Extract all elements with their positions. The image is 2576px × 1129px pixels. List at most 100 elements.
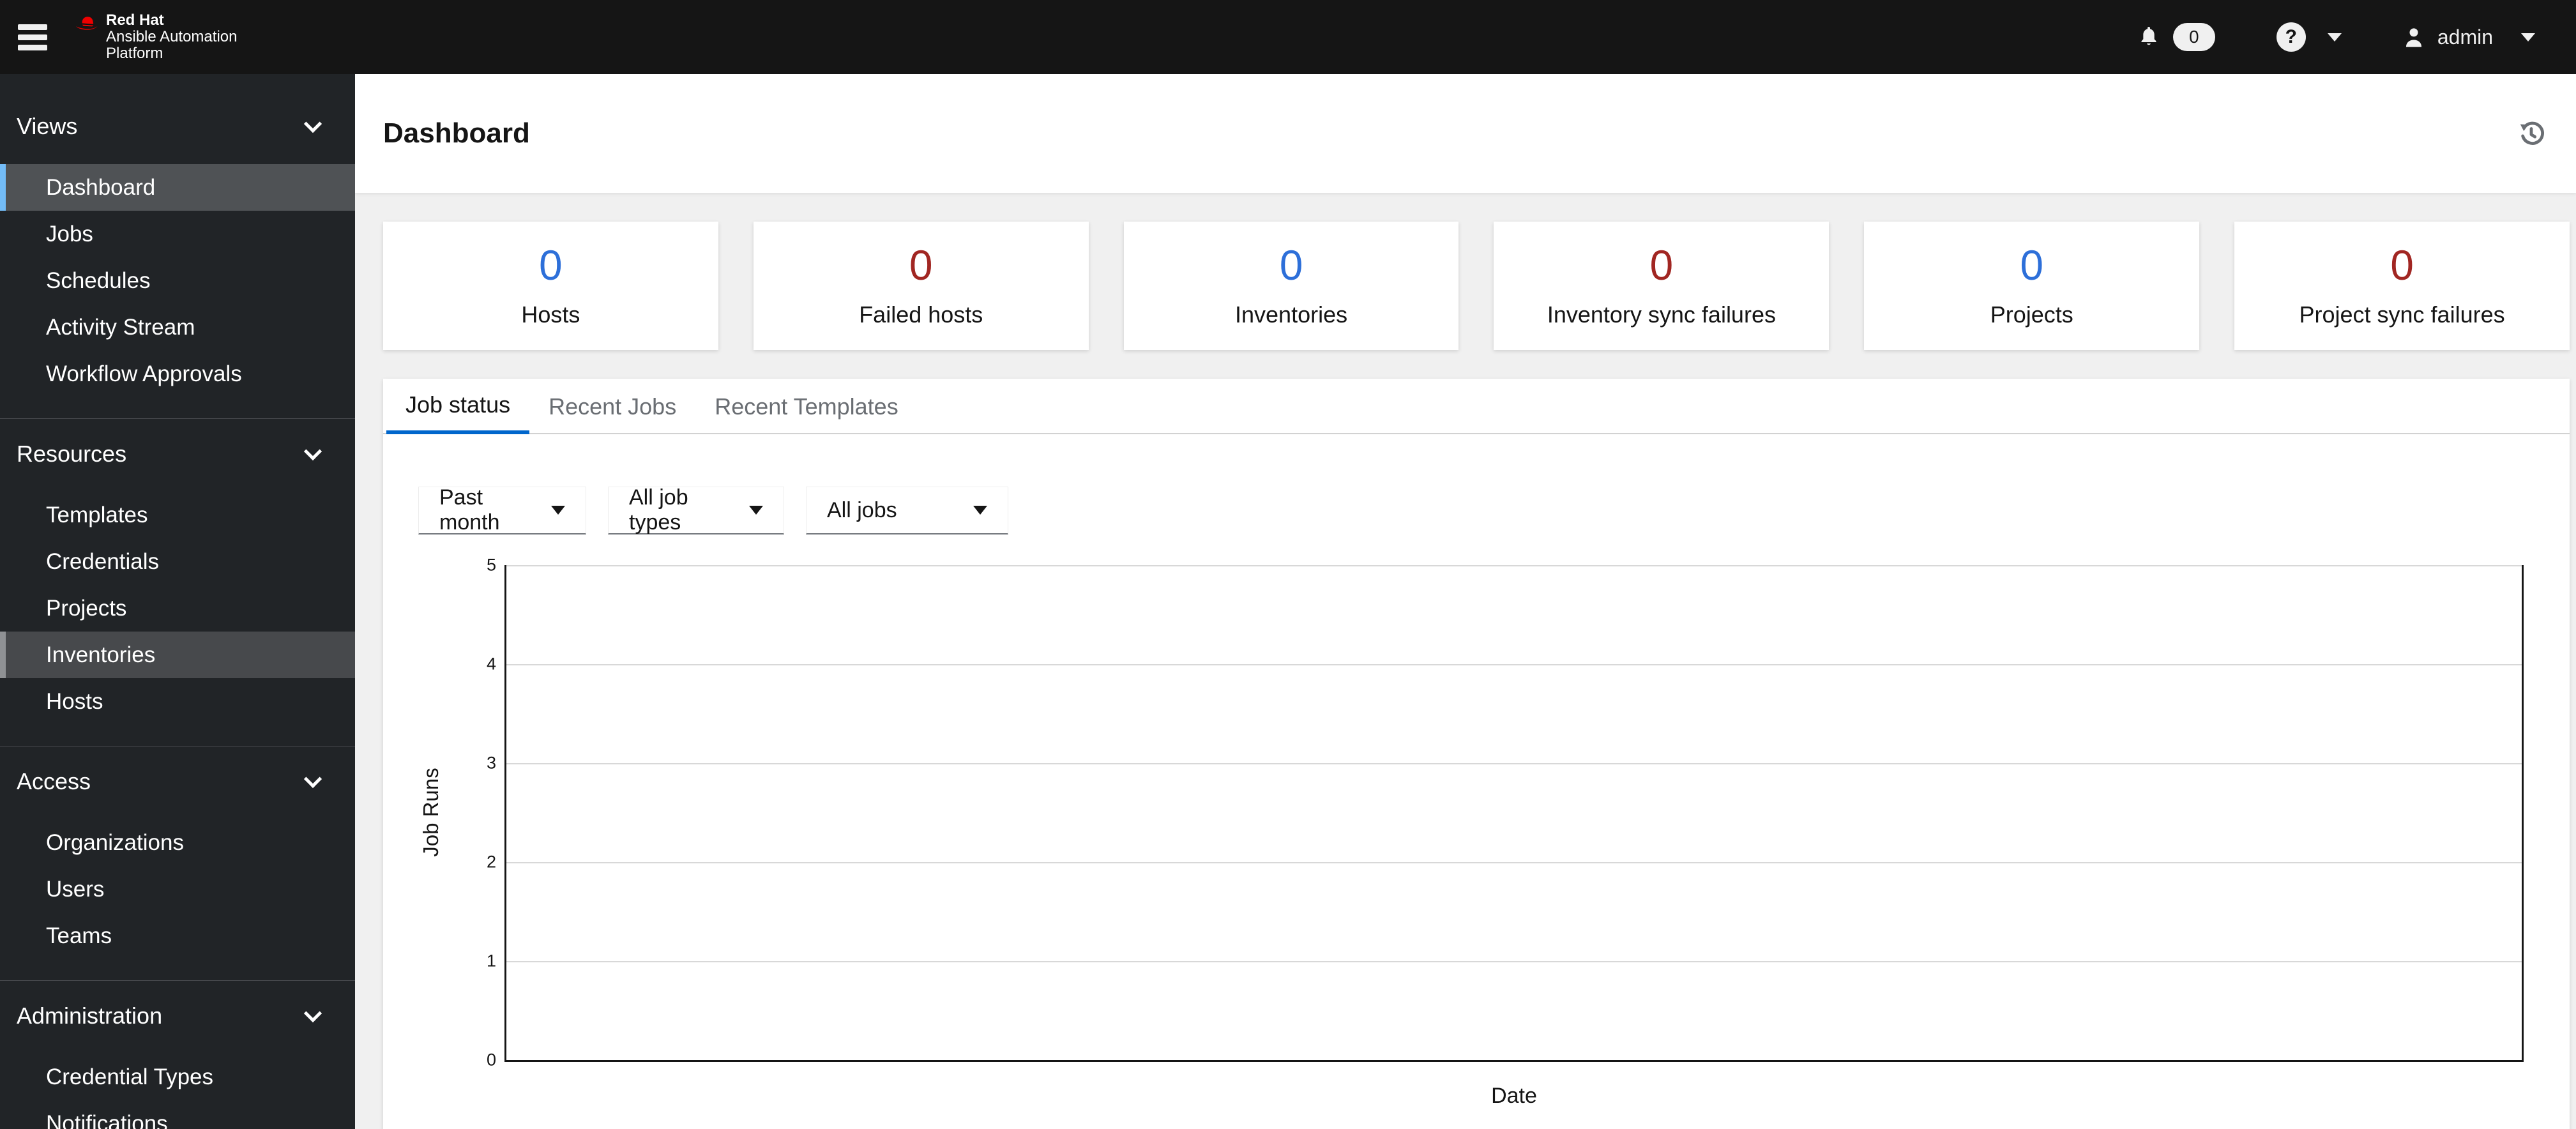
main-content: 0 Hosts 0 Failed hosts 0 Inventories 0 I… bbox=[355, 193, 2576, 1129]
y-tick-label: 1 bbox=[486, 951, 496, 971]
help-icon[interactable]: ? bbox=[2276, 22, 2306, 52]
jobs-select-value: All jobs bbox=[827, 497, 897, 522]
brand-line-3: Platform bbox=[106, 45, 163, 62]
job-type-select[interactable]: All job types bbox=[608, 485, 784, 534]
notifications-bell-icon[interactable] bbox=[2139, 25, 2159, 49]
nav-group-title-views[interactable]: Views bbox=[0, 103, 355, 150]
jobs-select[interactable]: All jobs bbox=[806, 487, 1008, 534]
period-select[interactable]: Past month bbox=[418, 485, 586, 534]
brand-line-1: Red Hat bbox=[106, 11, 164, 29]
tab-recent-jobs[interactable]: Recent Jobs bbox=[529, 379, 695, 434]
nav-group-label: Administration bbox=[17, 1003, 163, 1029]
help-menu-caret-icon[interactable] bbox=[2327, 33, 2342, 42]
tab-recent-templates[interactable]: Recent Templates bbox=[695, 379, 918, 434]
sidebar-item-jobs[interactable]: Jobs bbox=[0, 211, 355, 257]
nav-group-title-administration[interactable]: Administration bbox=[0, 992, 355, 1040]
job-runs-chart: 5 4 3 2 1 0 Job Runs Date bbox=[419, 556, 2524, 1108]
card-value[interactable]: 0 bbox=[1650, 244, 1674, 286]
chevron-down-icon bbox=[303, 769, 322, 789]
sidebar-item-teams[interactable]: Teams bbox=[0, 913, 355, 959]
sidebar: Views Dashboard Jobs Schedules Activity … bbox=[0, 74, 355, 1129]
nav-group-access: Access Organizations Users Teams bbox=[0, 746, 355, 980]
gridline bbox=[506, 664, 2522, 665]
gridline bbox=[506, 763, 2522, 764]
sidebar-item-workflow-approvals[interactable]: Workflow Approvals bbox=[0, 351, 355, 397]
gridline bbox=[506, 565, 2522, 566]
select-caret-icon bbox=[551, 506, 565, 515]
y-tick-label: 2 bbox=[486, 852, 496, 872]
sidebar-item-credential-types[interactable]: Credential Types bbox=[0, 1054, 355, 1100]
chevron-down-icon bbox=[303, 442, 322, 461]
card-label: Projects bbox=[1990, 301, 2073, 328]
summary-cards-row: 0 Hosts 0 Failed hosts 0 Inventories 0 I… bbox=[383, 222, 2570, 350]
sidebar-item-organizations[interactable]: Organizations bbox=[0, 819, 355, 866]
masthead: Red Hat Ansible Automation Platform 0 ? … bbox=[0, 0, 2576, 74]
sidebar-item-hosts[interactable]: Hosts bbox=[0, 678, 355, 725]
sidebar-item-activity-stream[interactable]: Activity Stream bbox=[0, 304, 355, 351]
card-value[interactable]: 0 bbox=[909, 244, 933, 286]
card-projects[interactable]: 0 Projects bbox=[1864, 222, 2200, 350]
y-axis-title: Job Runs bbox=[419, 768, 443, 857]
sidebar-item-projects[interactable]: Projects bbox=[0, 585, 355, 632]
red-hat-fedora-icon bbox=[76, 17, 98, 30]
card-label: Project sync failures bbox=[2299, 301, 2505, 328]
card-value[interactable]: 0 bbox=[1280, 244, 1303, 286]
job-type-select-value: All job types bbox=[629, 485, 688, 534]
username-label[interactable]: admin bbox=[2437, 26, 2493, 49]
panel-tabs: Job status Recent Jobs Recent Templates bbox=[383, 379, 2570, 434]
select-caret-icon bbox=[973, 506, 987, 515]
select-caret-icon bbox=[749, 506, 763, 515]
history-icon[interactable] bbox=[2517, 120, 2545, 148]
card-label: Inventories bbox=[1235, 301, 1348, 328]
card-label: Failed hosts bbox=[859, 301, 983, 328]
card-failed-hosts[interactable]: 0 Failed hosts bbox=[753, 222, 1089, 350]
brand-logo: Red Hat Ansible Automation Platform bbox=[75, 12, 237, 62]
sidebar-item-users[interactable]: Users bbox=[0, 866, 355, 913]
card-label: Inventory sync failures bbox=[1547, 301, 1776, 328]
chart-filters: Past month All job types All jobs bbox=[418, 485, 2570, 534]
page-title: Dashboard bbox=[383, 117, 530, 149]
tab-job-status[interactable]: Job status bbox=[386, 379, 530, 434]
notifications-count-badge[interactable]: 0 bbox=[2172, 23, 2215, 51]
card-value[interactable]: 0 bbox=[2020, 244, 2043, 286]
user-menu-caret-icon[interactable] bbox=[2521, 33, 2535, 42]
card-hosts[interactable]: 0 Hosts bbox=[383, 222, 718, 350]
sidebar-item-credentials[interactable]: Credentials bbox=[0, 538, 355, 585]
chevron-down-icon bbox=[303, 1004, 322, 1023]
card-project-sync-failures[interactable]: 0 Project sync failures bbox=[2234, 222, 2570, 350]
masthead-actions: 0 ? admin bbox=[2139, 22, 2535, 52]
x-axis-title: Date bbox=[1491, 1084, 1537, 1108]
nav-group-label: Resources bbox=[17, 441, 127, 467]
user-avatar-icon[interactable] bbox=[2403, 25, 2425, 49]
y-tick-label: 0 bbox=[486, 1050, 496, 1070]
y-tick-label: 4 bbox=[486, 654, 496, 674]
sidebar-item-inventories[interactable]: Inventories bbox=[0, 632, 355, 678]
nav-group-resources: Resources Templates Credentials Projects… bbox=[0, 418, 355, 746]
sidebar-item-dashboard[interactable]: Dashboard bbox=[0, 164, 355, 211]
job-status-panel: Job status Recent Jobs Recent Templates … bbox=[383, 379, 2570, 1129]
card-value[interactable]: 0 bbox=[2390, 244, 2414, 286]
nav-group-title-resources[interactable]: Resources bbox=[0, 430, 355, 478]
y-tick-label: 3 bbox=[486, 753, 496, 773]
brand-line-2: Ansible Automation bbox=[106, 28, 238, 45]
gridline bbox=[506, 961, 2522, 962]
app-root: Red Hat Ansible Automation Platform 0 ? … bbox=[0, 0, 2576, 1129]
nav-toggle-icon[interactable] bbox=[18, 24, 47, 50]
card-inventories[interactable]: 0 Inventories bbox=[1123, 222, 1459, 350]
nav-group-label: Views bbox=[17, 113, 78, 139]
period-select-value: Past month bbox=[439, 485, 500, 534]
nav-group-views: Views Dashboard Jobs Schedules Activity … bbox=[0, 103, 355, 418]
page-header: Dashboard bbox=[355, 74, 2576, 193]
card-inventory-sync-failures[interactable]: 0 Inventory sync failures bbox=[1494, 222, 1830, 350]
sidebar-item-schedules[interactable]: Schedules bbox=[0, 257, 355, 304]
nav-group-title-access[interactable]: Access bbox=[0, 758, 355, 805]
y-tick-label: 5 bbox=[486, 555, 496, 575]
nav-group-label: Access bbox=[17, 768, 91, 794]
sidebar-item-templates[interactable]: Templates bbox=[0, 492, 355, 538]
chevron-down-icon bbox=[303, 114, 322, 133]
nav-group-administration: Administration Credential Types Notifica… bbox=[0, 980, 355, 1129]
sidebar-item-notifications[interactable]: Notifications bbox=[0, 1100, 355, 1129]
card-label: Hosts bbox=[521, 301, 580, 328]
card-value[interactable]: 0 bbox=[539, 244, 563, 286]
gridline bbox=[506, 862, 2522, 863]
